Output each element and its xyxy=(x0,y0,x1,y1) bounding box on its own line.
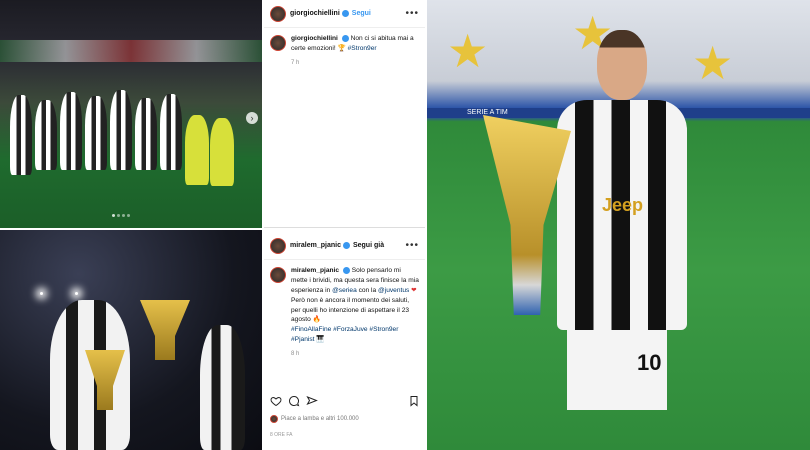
pjanic-post-panel: miralem_pjanic Segui già ••• miralem_pja… xyxy=(264,232,425,450)
carousel-dot xyxy=(122,214,125,217)
verified-icon xyxy=(342,242,350,249)
player-figure xyxy=(60,92,82,170)
avatar[interactable] xyxy=(270,267,286,283)
stadium-light xyxy=(40,292,43,295)
post-age: 8 ORE FA xyxy=(270,432,293,438)
player-figure xyxy=(85,96,107,170)
mention-seriea[interactable]: @seriea xyxy=(332,287,357,294)
post-username[interactable]: giorgiochiellini xyxy=(290,10,340,17)
share-icon[interactable] xyxy=(306,395,318,407)
fire-emoji-icon: 🔥 xyxy=(312,316,321,324)
player-figure xyxy=(135,98,157,170)
verified-icon xyxy=(342,266,350,274)
shirt-number: 10 xyxy=(637,350,662,375)
following-button[interactable]: Segui già xyxy=(353,242,384,249)
avatar[interactable] xyxy=(270,237,286,254)
heart-emoji-icon: ❤ xyxy=(411,286,417,294)
stadium-star: ★ xyxy=(447,25,489,77)
goalkeeper-figure xyxy=(185,115,209,185)
player-figure xyxy=(35,100,57,170)
caption-hashtags[interactable]: #FinoAllaFine #ForzaJuve #Stron9er #Pjan… xyxy=(291,326,398,343)
stadium-star: ★ xyxy=(692,37,734,89)
stadium-banner xyxy=(0,40,262,62)
caption-text: giorgiochiellini Non ci si abitua mai a … xyxy=(291,34,419,54)
post-username[interactable]: miralem_pjanic xyxy=(290,242,341,249)
bookmark-icon[interactable] xyxy=(408,395,420,407)
player-figure xyxy=(10,95,32,175)
post-caption: giorgiochiellini Non ci si abitua mai a … xyxy=(264,28,425,60)
stadium-light xyxy=(75,292,78,295)
likes-text: Piace a lamba e altri 100.000 xyxy=(281,416,359,422)
goalkeeper-figure xyxy=(210,118,234,186)
follow-button[interactable]: Segui xyxy=(352,10,371,17)
caption-text: miralem_pjanic Solo pensarlo mi mette i … xyxy=(291,266,419,345)
mention-juventus[interactable]: @juventus xyxy=(378,287,409,294)
trophy-emoji-icon: 🏆 xyxy=(337,44,346,52)
post-time: 8 h xyxy=(291,351,300,358)
caption-username[interactable]: giorgiochiellini xyxy=(291,35,338,42)
post-caption: miralem_pjanic Solo pensarlo mi mette i … xyxy=(264,260,425,351)
team-celebration-photo[interactable]: › xyxy=(0,0,262,228)
heart-icon[interactable] xyxy=(270,395,282,407)
pjanic-trophy-photo[interactable] xyxy=(0,230,262,450)
player-figure xyxy=(110,90,132,170)
caption-body: con la xyxy=(358,286,377,294)
player-head xyxy=(597,30,647,100)
player-figure xyxy=(50,300,130,450)
jersey-sponsor: Jeep xyxy=(602,195,644,215)
player-figure xyxy=(200,325,245,450)
more-options-icon[interactable]: ••• xyxy=(405,8,419,19)
caption-body: Però non è ancora il momento dei saluti,… xyxy=(291,296,410,324)
post-time: 7 h xyxy=(291,59,300,66)
caption-hashtag[interactable]: #Stron9er xyxy=(348,45,377,52)
carousel-dot xyxy=(127,214,130,217)
carousel-dot xyxy=(112,214,115,217)
verified-icon xyxy=(341,34,349,42)
comment-icon[interactable] xyxy=(288,395,300,407)
carousel-next-button[interactable]: › xyxy=(246,112,258,124)
action-bar xyxy=(270,395,420,407)
player-figure xyxy=(160,94,182,170)
dybala-trophy-photo[interactable]: ★ ★ ★ SERIE A TIM Jeep 10 xyxy=(427,0,810,450)
likes-summary[interactable]: Piace a lamba e altri 100.000 xyxy=(270,415,359,423)
liker-avatar xyxy=(270,415,278,423)
avatar[interactable] xyxy=(270,35,286,51)
caption-username[interactable]: miralem_pjanic xyxy=(291,267,339,274)
chiellini-post-panel: giorgiochiellini Segui ••• giorgiochiell… xyxy=(264,0,425,228)
piano-emoji-icon: 🎹 xyxy=(316,336,325,344)
trophy-shine xyxy=(140,300,190,360)
post-header: giorgiochiellini Segui ••• xyxy=(264,0,425,28)
carousel-dot xyxy=(117,214,120,217)
verified-icon xyxy=(341,10,349,17)
post-header: miralem_pjanic Segui già ••• xyxy=(264,232,425,260)
avatar[interactable] xyxy=(270,5,286,22)
more-options-icon[interactable]: ••• xyxy=(405,240,419,251)
